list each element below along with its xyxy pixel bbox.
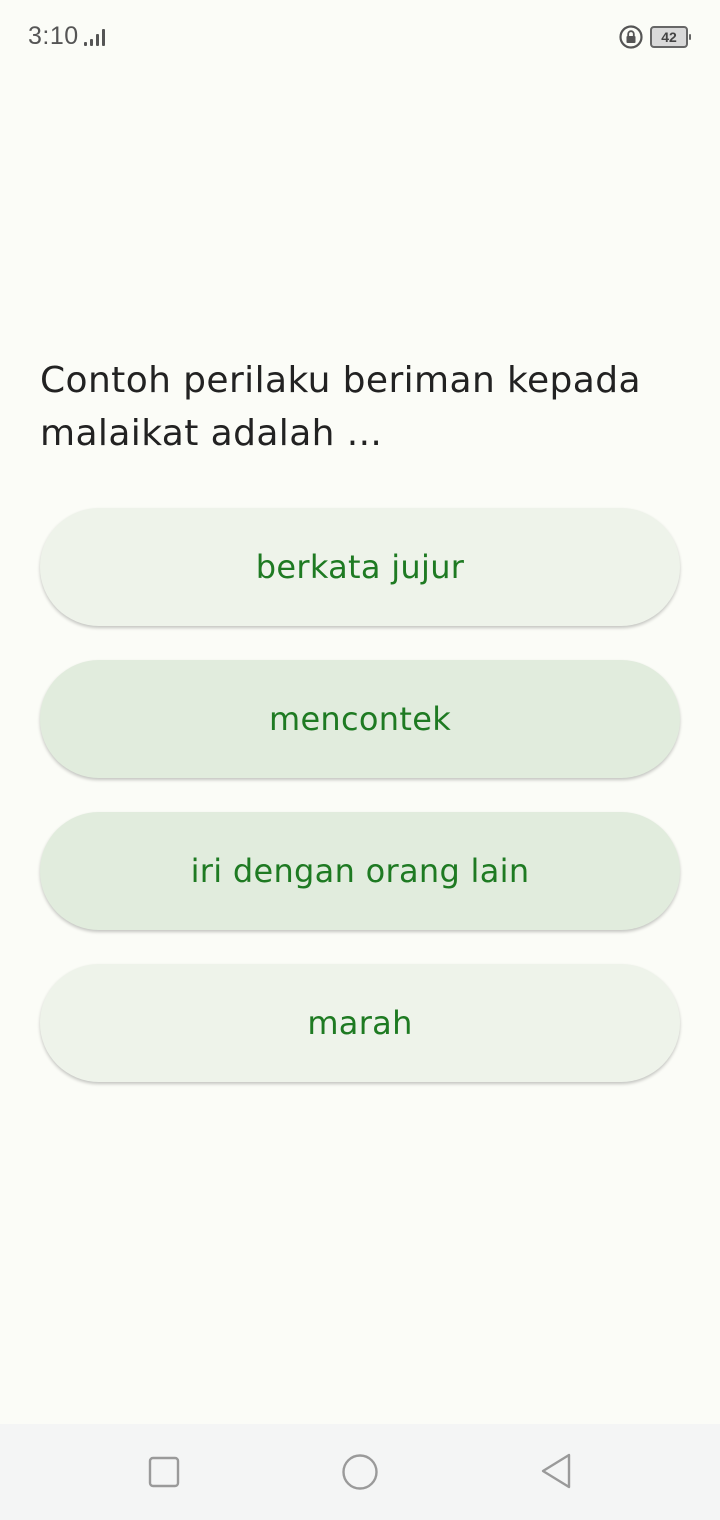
quiz-screen: 3:10 42 Contoh perilaku beriman kepada m…	[0, 0, 720, 1520]
status-bar: 3:10 42	[0, 0, 720, 74]
home-icon[interactable]	[341, 1453, 379, 1491]
battery-tip	[689, 34, 691, 40]
rotation-lock-icon	[619, 25, 643, 49]
question-text: Contoh perilaku beriman kepada malaikat …	[40, 360, 641, 454]
answer-option-2[interactable]: mencontek	[40, 660, 680, 778]
answer-option-3[interactable]: iri dengan orang lain	[40, 812, 680, 930]
recent-apps-icon[interactable]	[148, 1456, 180, 1488]
battery-icon: 42	[650, 26, 691, 48]
battery-level: 42	[661, 29, 677, 45]
status-time: 3:10	[28, 22, 79, 50]
answer-option-4[interactable]: marah	[40, 964, 680, 1082]
answer-option-1[interactable]: berkata jujur	[40, 508, 680, 626]
navigation-bar	[0, 1424, 720, 1520]
signal-icon	[84, 29, 105, 46]
back-icon[interactable]	[538, 1452, 574, 1490]
